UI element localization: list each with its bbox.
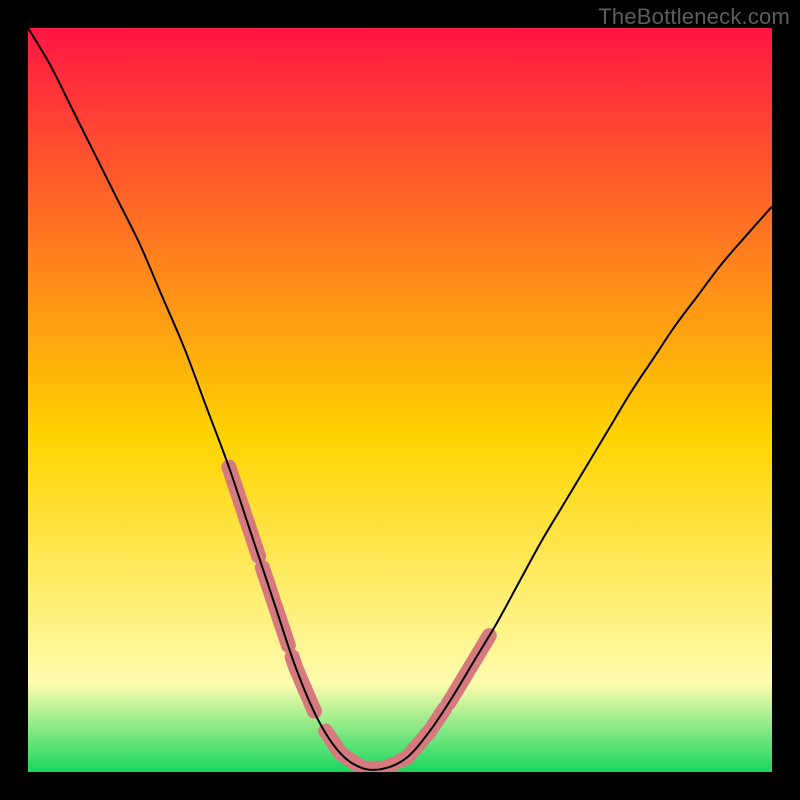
plot-background [28, 28, 772, 772]
bottleneck-chart [0, 0, 800, 800]
chart-frame: TheBottleneck.com [0, 0, 800, 800]
watermark-label: TheBottleneck.com [598, 4, 790, 30]
